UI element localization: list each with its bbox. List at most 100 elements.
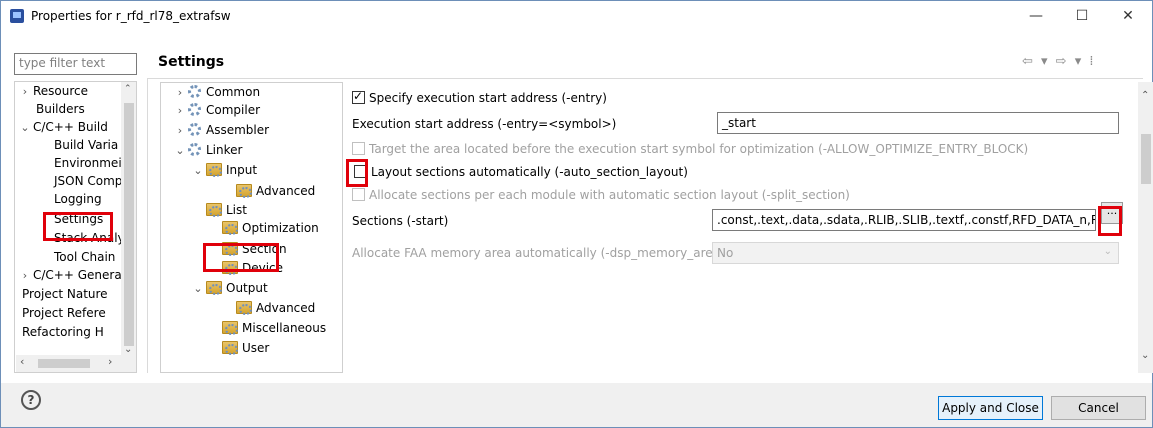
chevron-down-icon[interactable]: ⌄ xyxy=(193,279,203,298)
tool-tree-item[interactable]: › Common xyxy=(175,83,260,102)
entry-label: Execution start address (-entry=<symbol>… xyxy=(352,117,617,131)
filter-input[interactable]: type filter text xyxy=(14,53,137,75)
left-tree-item[interactable]: Build Varia xyxy=(54,136,118,154)
tool-tree-item[interactable]: › Compiler xyxy=(175,101,260,120)
split-section-label: Allocate sections per each module with a… xyxy=(369,188,850,202)
options-scrollbar[interactable]: ⌃ ⌄ xyxy=(1138,82,1153,373)
left-tree-item[interactable]: › C/C++ Genera xyxy=(20,266,122,284)
auto-layout-option[interactable]: Layout sections automatically (-auto_sec… xyxy=(354,165,688,179)
tool-tree-item-label: User xyxy=(242,341,270,355)
scroll-down-icon[interactable]: ⌄ xyxy=(1141,350,1149,361)
tool-tree-item[interactable]: Miscellaneous xyxy=(222,319,326,338)
properties-dialog: Properties for r_rfd_rl78_extrafsw — ☐ ✕… xyxy=(0,0,1153,428)
tool-tree-item[interactable]: User xyxy=(222,339,269,358)
scroll-left-icon[interactable]: ‹ xyxy=(20,355,24,368)
chevron-right-icon[interactable]: › xyxy=(175,101,185,120)
chevron-down-icon[interactable]: ⌄ xyxy=(20,119,30,137)
settings-folder-icon xyxy=(222,341,238,355)
left-tree-item-label: Environmei xyxy=(54,156,122,170)
highlight-auto-layout-checkbox xyxy=(346,159,368,187)
settings-folder-icon xyxy=(206,281,222,295)
scroll-right-icon[interactable]: › xyxy=(108,355,112,368)
scroll-down-icon[interactable]: ⌄ xyxy=(124,344,132,355)
tool-tree-item-label: Optimization xyxy=(242,221,319,235)
left-tree-item[interactable]: Refactoring H xyxy=(22,323,104,341)
tool-tree-item[interactable]: ⌄ Output xyxy=(193,279,268,298)
target-area-option[interactable]: Target the area located before the execu… xyxy=(352,142,1028,156)
options-panel: Specify execution start address (-entry)… xyxy=(346,82,1143,373)
specify-entry-label: Specify execution start address (-entry) xyxy=(369,91,607,105)
chevron-down-icon[interactable]: ⌄ xyxy=(193,161,203,180)
specify-entry-option[interactable]: Specify execution start address (-entry) xyxy=(352,89,607,105)
chevron-down-icon: ⌄ xyxy=(1103,246,1112,257)
split-section-option[interactable]: Allocate sections per each module with a… xyxy=(352,188,850,202)
tool-tree-item[interactable]: List xyxy=(206,201,247,220)
tool-tree-item[interactable]: ⌄ Input xyxy=(193,161,257,180)
left-tree-hscrollbar[interactable]: ‹ › xyxy=(16,355,122,372)
chevron-down-icon[interactable]: ⌄ xyxy=(175,141,185,160)
settings-folder-icon xyxy=(222,221,238,235)
tool-tree-item[interactable]: Optimization xyxy=(222,219,319,238)
left-tree-item-label: Project Nature xyxy=(22,287,108,301)
left-tree-item-label: Builders xyxy=(36,102,85,116)
cancel-button[interactable]: Cancel xyxy=(1051,396,1146,420)
left-tree-item[interactable]: Builders xyxy=(36,100,85,118)
tool-tree-item-label: Common xyxy=(206,85,261,99)
settings-folder-icon xyxy=(236,301,252,315)
minimize-button[interactable]: — xyxy=(1013,1,1059,31)
left-tree-scrollbar[interactable]: ⌃ ⌄ xyxy=(121,82,136,372)
left-tree-item[interactable]: JSON Comp xyxy=(54,172,122,190)
faa-select[interactable]: No ⌄ xyxy=(712,242,1119,264)
tool-tree-item[interactable]: Advanced xyxy=(236,182,315,201)
tool-settings-tree: › Common › Compiler › Assembler ⌄ Linker ⌄ Input A… xyxy=(160,82,343,373)
left-tree-hscroll-thumb[interactable] xyxy=(38,359,90,368)
divider xyxy=(147,79,148,373)
tool-tree-item-label: Compiler xyxy=(206,103,261,117)
highlight-ellipsis-button xyxy=(1098,206,1122,236)
tool-tree-item[interactable]: Advanced xyxy=(236,299,315,318)
left-tree-item[interactable]: ⌄ C/C++ Build xyxy=(20,118,107,137)
tool-tree-item[interactable]: › Assembler xyxy=(175,121,269,140)
left-tree-item[interactable]: › Resource xyxy=(20,82,88,100)
tool-gear-icon xyxy=(188,123,201,136)
apply-and-close-button[interactable]: Apply and Close xyxy=(938,396,1043,420)
tool-gear-icon xyxy=(188,103,201,116)
tool-tree-item[interactable]: ⌄ Linker xyxy=(175,141,242,160)
target-area-checkbox[interactable] xyxy=(352,142,365,155)
scroll-up-icon[interactable]: ⌃ xyxy=(124,84,132,94)
highlight-section xyxy=(203,243,279,272)
left-tree-scroll-thumb[interactable] xyxy=(124,103,134,346)
left-tree-item-label: Refactoring H xyxy=(22,325,104,339)
scroll-up-icon[interactable]: ⌃ xyxy=(1141,90,1149,101)
settings-folder-icon xyxy=(206,163,222,177)
left-tree-item-label: Resource xyxy=(33,84,89,98)
chevron-right-icon[interactable]: › xyxy=(20,83,30,101)
left-tree-item[interactable]: Logging xyxy=(54,190,102,208)
close-button[interactable]: ✕ xyxy=(1105,1,1151,31)
nav-arrows-icon[interactable]: ⇦ ▾ ⇨ ▾ ⁞ xyxy=(1022,54,1096,69)
app-icon xyxy=(10,9,24,23)
settings-folder-icon xyxy=(206,203,222,217)
entry-address-input[interactable]: _start xyxy=(717,112,1119,134)
sections-input[interactable]: .const,.text,.data,.sdata,.RLIB,.SLIB,.t… xyxy=(712,209,1096,231)
title-bar: Properties for r_rfd_rl78_extrafsw — ☐ ✕ xyxy=(1,1,1152,31)
settings-folder-icon xyxy=(222,321,238,335)
left-tree-item[interactable]: Project Nature xyxy=(22,285,108,303)
split-section-checkbox[interactable] xyxy=(352,188,365,201)
tool-tree-item-label: Linker xyxy=(206,143,243,157)
maximize-button[interactable]: ☐ xyxy=(1059,1,1105,31)
left-tree-item-label: Build Varia xyxy=(54,138,119,152)
window-title: Properties for r_rfd_rl78_extrafsw xyxy=(31,9,231,23)
tool-tree-item-label: List xyxy=(226,203,247,217)
left-tree-item[interactable]: Environmei xyxy=(54,154,122,172)
chevron-right-icon[interactable]: › xyxy=(175,121,185,140)
left-tree-item-label: Tool Chain xyxy=(54,250,116,264)
left-tree-item[interactable]: Project Refere xyxy=(22,304,106,322)
chevron-right-icon[interactable]: › xyxy=(20,267,30,285)
specify-entry-checkbox[interactable] xyxy=(352,89,365,104)
tool-gear-icon xyxy=(188,143,201,156)
help-icon[interactable]: ? xyxy=(21,390,41,410)
chevron-right-icon[interactable]: › xyxy=(175,83,185,102)
options-scroll-thumb[interactable] xyxy=(1141,134,1151,184)
left-tree-item[interactable]: Tool Chain xyxy=(54,248,115,266)
